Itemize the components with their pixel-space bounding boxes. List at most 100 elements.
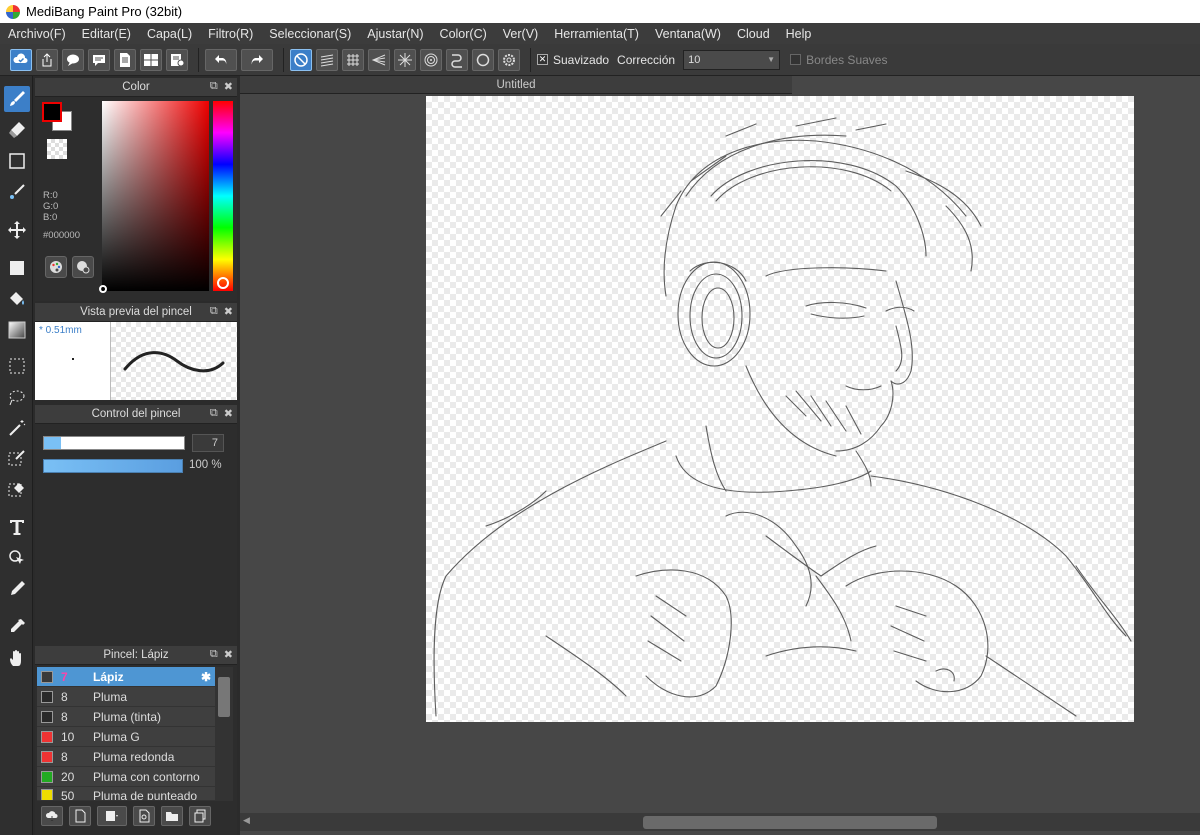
saturation-value-picker[interactable] xyxy=(102,101,209,291)
canvas-horizontal-scrollbar[interactable]: ◀ xyxy=(240,813,1200,831)
menu-cloud[interactable]: Cloud xyxy=(729,27,778,41)
perspective-snap-button[interactable] xyxy=(368,48,390,71)
select-pen-tool[interactable] xyxy=(4,446,30,472)
menu-filtro[interactable]: Filtro(R) xyxy=(200,27,261,41)
brush-item-pluma-punteado[interactable]: 50 Pluma de punteado xyxy=(37,787,215,801)
sv-picker-handle[interactable] xyxy=(99,285,107,293)
menu-help[interactable]: Help xyxy=(778,27,820,41)
gear-icon[interactable]: ✱ xyxy=(201,670,211,684)
page-settings-button[interactable] xyxy=(166,48,188,71)
filled-square-icon xyxy=(10,261,24,275)
redo-button[interactable] xyxy=(241,48,273,71)
comment-button[interactable] xyxy=(88,48,110,71)
blur-tool[interactable] xyxy=(4,576,30,602)
menu-ventana[interactable]: Ventana(W) xyxy=(647,27,729,41)
brush-item-pluma-g[interactable]: 10 Pluma G xyxy=(37,727,215,747)
brush-icon xyxy=(10,91,25,106)
share-button[interactable] xyxy=(36,48,58,71)
multi-page-button[interactable] xyxy=(140,48,162,71)
hand-tool[interactable] xyxy=(4,645,30,671)
cloud-sync-button[interactable] xyxy=(10,48,32,71)
close-icon[interactable]: ✖ xyxy=(224,407,233,420)
menu-editar[interactable]: Editar(E) xyxy=(74,27,139,41)
close-icon[interactable]: ✖ xyxy=(224,305,233,318)
speech-bubble-button[interactable] xyxy=(62,48,84,71)
brush-color-swatch xyxy=(41,750,53,763)
text-tool[interactable] xyxy=(4,514,30,540)
select-eraser-tool[interactable] xyxy=(4,477,30,503)
pencil-sketch xyxy=(433,117,1132,717)
brush-item-lapiz[interactable]: 7 Lápiz ✱ xyxy=(37,667,215,687)
curve-snap-button[interactable] xyxy=(446,48,468,71)
smoothing-checkbox[interactable]: ✕ xyxy=(537,54,548,65)
brush-name: Pluma (tinta) xyxy=(93,709,162,724)
add-brush-icon xyxy=(106,811,118,821)
brush-item-pluma-contorno[interactable]: 20 Pluma con contorno xyxy=(37,767,215,787)
palette-button[interactable] xyxy=(45,256,67,278)
brush-item-pluma[interactable]: 8 Pluma xyxy=(37,687,215,707)
scrollbar-thumb[interactable] xyxy=(218,677,230,717)
brush-folder-button[interactable] xyxy=(161,806,183,826)
soft-edges-checkbox[interactable] xyxy=(790,54,802,65)
brush-name: Pluma redonda xyxy=(93,749,175,764)
rect-select-tool[interactable] xyxy=(4,353,30,379)
menu-ajustar[interactable]: Ajustar(N) xyxy=(359,27,431,41)
menu-archivo[interactable]: Archivo(F) xyxy=(0,27,74,41)
menu-herramienta[interactable]: Herramienta(T) xyxy=(546,27,647,41)
new-brush-button[interactable] xyxy=(69,806,91,826)
color-settings-button[interactable] xyxy=(72,256,94,278)
correction-select[interactable]: 10 ▼ xyxy=(683,49,781,70)
brush-list-scrollbar[interactable] xyxy=(215,667,233,801)
hue-slider-handle[interactable] xyxy=(217,277,229,289)
brush-item-pluma-tinta[interactable]: 8 Pluma (tinta) xyxy=(37,707,215,727)
eraser-tool[interactable] xyxy=(4,117,30,143)
brush-opacity-slider[interactable] xyxy=(43,459,183,473)
undock-icon[interactable]: ⧉ xyxy=(210,407,218,420)
move-tool[interactable] xyxy=(4,217,30,243)
drawing-canvas[interactable] xyxy=(426,96,1134,722)
cloud-brush-button[interactable] xyxy=(41,806,63,826)
dot-tool[interactable] xyxy=(4,179,30,205)
snap-settings-button[interactable] xyxy=(498,48,520,71)
brush-size-value[interactable]: 7 xyxy=(192,434,224,452)
menu-seleccionar[interactable]: Seleccionar(S) xyxy=(261,27,359,41)
operation-tool[interactable] xyxy=(4,545,30,571)
undo-button[interactable] xyxy=(205,48,237,71)
undock-icon[interactable]: ⧉ xyxy=(210,305,218,318)
hue-slider[interactable] xyxy=(213,101,233,291)
eyedropper-tool[interactable] xyxy=(4,614,30,640)
transparent-color-swatch[interactable] xyxy=(47,139,67,159)
bucket-tool[interactable] xyxy=(4,286,30,312)
gradient-tool[interactable] xyxy=(4,317,30,343)
duplicate-brush-button[interactable] xyxy=(189,806,211,826)
close-icon[interactable]: ✖ xyxy=(224,648,233,661)
concentric-snap-button[interactable] xyxy=(420,48,442,71)
menu-capa[interactable]: Capa(L) xyxy=(139,27,200,41)
toolbar-separator xyxy=(530,47,531,72)
brush-item-pluma-redonda[interactable]: 8 Pluma redonda xyxy=(37,747,215,767)
shape-tool[interactable] xyxy=(4,148,30,174)
menu-color[interactable]: Color(C) xyxy=(432,27,495,41)
scrollbar-thumb[interactable] xyxy=(643,816,937,829)
page-button[interactable] xyxy=(114,48,136,71)
scroll-left-icon[interactable]: ◀ xyxy=(243,815,250,826)
undock-icon[interactable]: ⧉ xyxy=(210,80,218,93)
foreground-color-swatch[interactable] xyxy=(42,102,62,122)
document-tab[interactable]: Untitled xyxy=(240,76,792,94)
close-icon[interactable]: ✖ xyxy=(224,80,233,93)
brush-settings-button[interactable] xyxy=(133,806,155,826)
grid-snap-button[interactable] xyxy=(342,48,364,71)
circle-snap-button[interactable] xyxy=(472,48,494,71)
menu-ver[interactable]: Ver(V) xyxy=(495,27,546,41)
lasso-tool[interactable] xyxy=(4,384,30,410)
brush-size-slider[interactable] xyxy=(43,436,185,450)
grid-icon xyxy=(347,53,359,66)
brush-tool[interactable] xyxy=(4,86,30,112)
fill-rect-tool[interactable] xyxy=(4,255,30,281)
radial-snap-button[interactable] xyxy=(394,48,416,71)
snap-off-button[interactable] xyxy=(290,48,312,71)
undock-icon[interactable]: ⧉ xyxy=(210,648,218,661)
add-brush-menu-button[interactable] xyxy=(97,806,127,826)
magic-wand-tool[interactable] xyxy=(4,415,30,441)
parallel-snap-button[interactable] xyxy=(316,48,338,71)
